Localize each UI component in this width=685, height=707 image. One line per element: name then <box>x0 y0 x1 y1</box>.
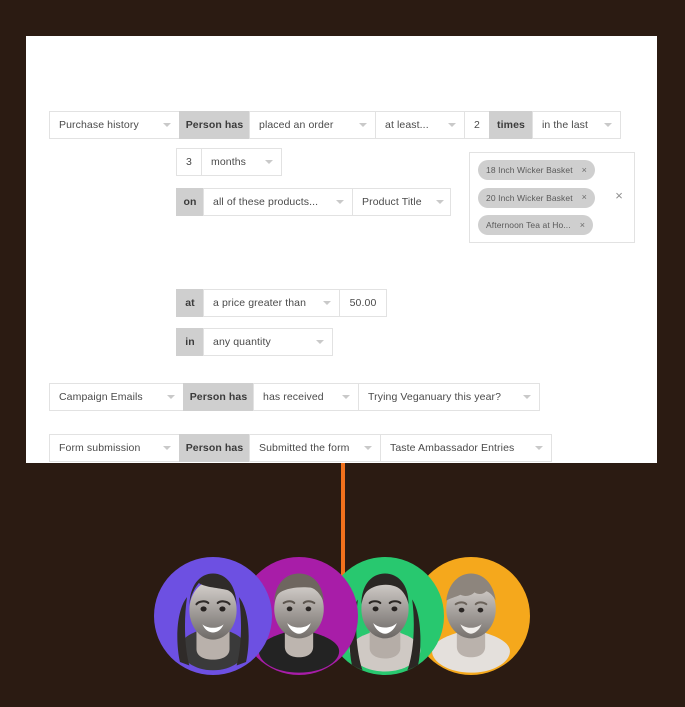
frequency-select-at-least[interactable]: at least... <box>375 111 465 139</box>
action-select-submitted-the-form[interactable]: Submitted the form <box>249 434 381 462</box>
action-select-placed-an-order[interactable]: placed an order <box>249 111 376 139</box>
timeframe-select-in-the-last[interactable]: in the last <box>532 111 621 139</box>
chevron-down-icon <box>265 160 273 164</box>
action-select-has-received[interactable]: has received <box>253 383 359 411</box>
price-amount-input[interactable]: 50.00 <box>339 289 387 317</box>
products-prefix-pill-on: on <box>176 188 204 216</box>
source-select-form-submission[interactable]: Form submission <box>49 434 180 462</box>
chevron-down-icon <box>604 123 612 127</box>
chevron-down-icon <box>167 395 175 399</box>
person-has-pill-purchase: Person has <box>179 111 250 139</box>
segment-builder-card: Purchase history Person has placed an or… <box>26 36 657 463</box>
chevron-down-icon <box>323 301 331 305</box>
duration-number-input[interactable]: 3 <box>176 148 202 176</box>
chevron-down-icon <box>535 446 543 450</box>
source-select-purchase-history[interactable]: Purchase history <box>49 111 180 139</box>
duration-unit-select[interactable]: months <box>201 148 282 176</box>
condition-row-purchase-history: Purchase history Person has placed an or… <box>49 111 621 139</box>
times-pill: times <box>489 111 533 139</box>
chevron-down-icon <box>342 395 350 399</box>
product-tag[interactable]: Afternoon Tea at Ho... × <box>478 215 594 235</box>
product-selection-panel: 18 Inch Wicker Basket × 20 Inch Wicker B… <box>469 152 635 243</box>
count-input[interactable]: 2 <box>464 111 490 139</box>
product-tag[interactable]: 18 Inch Wicker Basket × <box>478 160 596 180</box>
form-target-select[interactable]: Taste Ambassador Entries <box>380 434 552 462</box>
clear-products-icon[interactable]: × <box>612 189 626 203</box>
product-tag[interactable]: 20 Inch Wicker Basket × <box>478 187 596 208</box>
quantity-prefix-pill-in: in <box>176 328 204 356</box>
remove-tag-icon[interactable]: × <box>580 220 585 230</box>
condition-row-products: on all of these products... Product Titl… <box>176 188 451 216</box>
chevron-down-icon <box>523 395 531 399</box>
chevron-down-icon <box>448 123 456 127</box>
avatar-person-1 <box>154 557 272 675</box>
chevron-down-icon <box>336 200 344 204</box>
price-prefix-pill-at: at <box>176 289 204 317</box>
price-comparator-select[interactable]: a price greater than <box>203 289 340 317</box>
remove-tag-icon[interactable]: × <box>582 193 587 202</box>
person-has-pill-form: Person has <box>179 434 250 462</box>
chevron-down-icon <box>435 200 444 204</box>
quantity-select[interactable]: any quantity <box>203 328 333 356</box>
avatar-photo-icon <box>177 573 249 671</box>
condition-row-price: at a price greater than 50.00 <box>176 289 387 317</box>
condition-row-campaign-emails: Campaign Emails Person has has received … <box>49 383 540 411</box>
product-field-select[interactable]: Product Title <box>352 188 451 216</box>
source-select-campaign-emails[interactable]: Campaign Emails <box>49 383 184 411</box>
chevron-down-icon <box>163 123 171 127</box>
chevron-down-icon <box>364 446 372 450</box>
condition-row-duration: 3 months <box>176 148 282 176</box>
chevron-down-icon <box>163 446 171 450</box>
condition-row-quantity: in any quantity <box>176 328 333 356</box>
chevron-down-icon <box>359 123 367 127</box>
campaign-target-select[interactable]: Trying Veganuary this year? <box>358 383 540 411</box>
condition-row-form-submission: Form submission Person has Submitted the… <box>49 434 552 462</box>
chevron-down-icon <box>316 340 324 344</box>
person-has-pill-campaign: Person has <box>183 383 254 411</box>
product-match-select[interactable]: all of these products... <box>203 188 353 216</box>
audience-avatar-strip <box>154 557 530 681</box>
remove-tag-icon[interactable]: × <box>582 165 587 175</box>
